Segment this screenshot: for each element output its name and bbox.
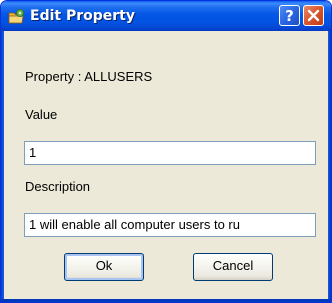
title-bar[interactable]: Edit Property ? [1, 1, 331, 31]
dialog-title: Edit Property [30, 8, 135, 24]
property-name-label: Property : ALLUSERS [25, 69, 153, 84]
description-input[interactable]: 1 will enable all computer users to ru [24, 213, 316, 237]
gear-folder-icon [8, 8, 25, 25]
help-icon: ? [285, 7, 294, 25]
close-icon [307, 9, 320, 22]
svg-text:?: ? [285, 7, 294, 25]
cancel-button[interactable]: Cancel [193, 253, 273, 281]
window-frame-bottom [1, 299, 331, 302]
value-label: Value [25, 107, 58, 122]
window-frame-right [328, 31, 331, 302]
ok-button[interactable]: Ok [64, 253, 144, 281]
close-button[interactable] [303, 5, 324, 26]
value-input[interactable]: 1 [24, 141, 316, 165]
edit-property-dialog: Edit Property ? Property : ALLUSERS Valu… [0, 0, 332, 303]
description-label: Description [25, 179, 91, 194]
help-button[interactable]: ? [279, 5, 300, 26]
